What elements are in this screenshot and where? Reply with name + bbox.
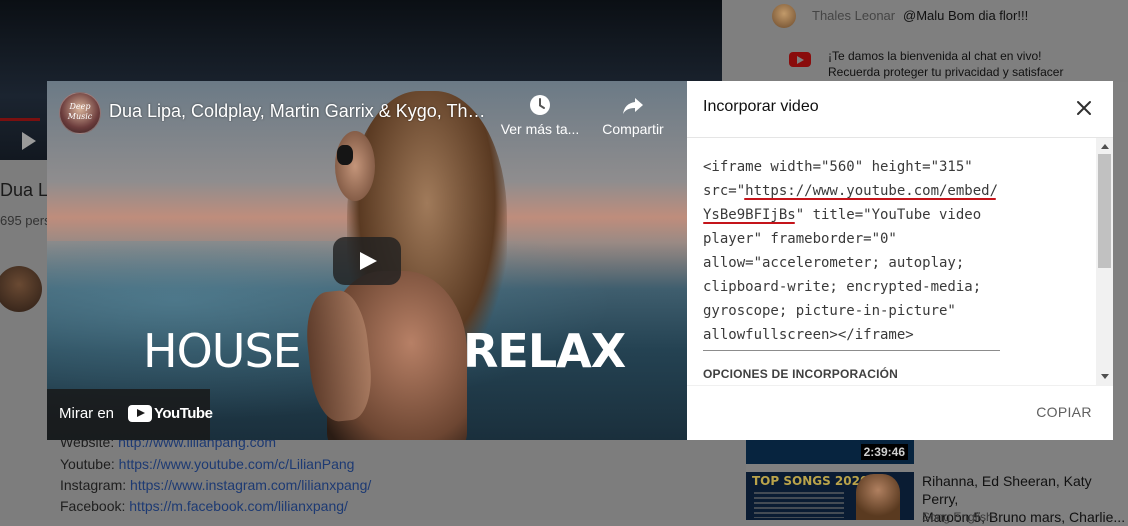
overlay-text-house: HOUSE — [143, 324, 302, 378]
description-link[interactable]: https://www.youtube.com/c/LilianPang — [119, 456, 355, 472]
code-line: allowfullscreen></iframe> — [703, 327, 914, 343]
scrollbar[interactable] — [1096, 138, 1113, 385]
divider — [687, 137, 1113, 138]
recommendation-thumbnail[interactable]: 2:39:46 — [746, 440, 914, 464]
embed-code-textarea[interactable]: <iframe width="560" height="315" src="htt… — [703, 155, 1003, 347]
watch-later-label: Ver más ta... — [500, 121, 580, 137]
annotation-underline — [744, 198, 996, 200]
youtube-icon — [789, 52, 811, 67]
close-icon[interactable] — [1075, 99, 1093, 117]
chat-author: Thales Leonar — [812, 8, 896, 23]
embed-options-heading: OPCIONES DE INCORPORACIÓN — [703, 367, 899, 381]
embed-panel: Incorporar video <iframe width="560" hei… — [687, 81, 1113, 440]
code-line: gyroscope; picture-in-picture" — [703, 303, 956, 319]
youtube-logo-icon — [128, 405, 152, 422]
chat-welcome: ¡Te damos la bienvenida al chat en vivo!… — [828, 48, 1063, 80]
description-instagram: Instagram: https://www.instagram.com/lil… — [60, 477, 371, 493]
video-player-preview[interactable]: Deep Music Dua Lipa, Coldplay, Martin Ga… — [47, 81, 687, 440]
chat-welcome-line: Recuerda proteger tu privacidad y satisf… — [828, 65, 1064, 79]
scroll-up-icon[interactable] — [1101, 144, 1109, 149]
description-facebook: Facebook: https://m.facebook.com/lilianx… — [60, 498, 348, 514]
thumbnail-portrait — [856, 474, 900, 520]
share-label: Compartir — [602, 121, 664, 137]
code-line: <iframe width="560" height="315" — [703, 159, 973, 175]
recommendation-title-line: Rihanna, Ed Sheeran, Katy Perry, — [922, 473, 1092, 507]
description-label: Instagram: — [60, 477, 131, 493]
copy-button[interactable]: COPIAR — [1027, 399, 1101, 425]
description-link[interactable]: https://m.facebook.com/lilianxpang/ — [129, 498, 348, 514]
play-button[interactable] — [333, 237, 401, 285]
scrollbar-thumb[interactable] — [1098, 154, 1111, 268]
thumbnail-title: TOP SONGS 2020 — [752, 474, 869, 488]
watch-later-button[interactable]: Ver más ta... — [495, 93, 585, 137]
background-video-title: Dua Li — [0, 180, 53, 200]
overlay-text-relax: RELAX — [463, 324, 626, 378]
share-button[interactable]: Compartir — [588, 93, 678, 137]
clock-icon — [530, 95, 550, 115]
description-link[interactable]: https://www.instagram.com/lilianxpang/ — [130, 477, 371, 493]
recommendation-thumbnail[interactable]: TOP SONGS 2020 — [746, 472, 914, 520]
background-view-count: 695 pers — [0, 213, 51, 228]
duration-badge: 2:39:46 — [860, 444, 908, 460]
embed-panel-title: Incorporar video — [703, 98, 819, 115]
live-chat: Thales Leonar @Malu Bom dia flor!!! ¡Te … — [746, 0, 1128, 82]
watch-on-label: Mirar en — [59, 405, 115, 422]
description-label: Facebook: — [60, 498, 130, 514]
channel-logo[interactable]: Deep Music — [59, 92, 101, 134]
scene-sunglasses — [337, 145, 353, 165]
scene-face — [335, 131, 375, 201]
scroll-down-icon[interactable] — [1101, 374, 1109, 379]
chat-avatar — [772, 4, 796, 28]
textarea-underline — [703, 350, 1000, 351]
annotation-underline — [703, 222, 795, 224]
code-line: allow="accelerometer; autoplay; — [703, 255, 965, 271]
thumbnail-tracklist — [754, 492, 844, 518]
chat-welcome-line: ¡Te damos la bienvenida al chat en vivo! — [828, 49, 1042, 63]
background-progress-bar — [0, 118, 40, 121]
channel-logo-text: Deep Music — [67, 102, 93, 121]
share-arrow-icon — [623, 98, 643, 114]
description-youtube: Youtube: https://www.youtube.com/c/Lilia… — [60, 456, 354, 472]
code-line: player" frameborder="0" — [703, 231, 897, 247]
embed-code-area: <iframe width="560" height="315" src="htt… — [703, 151, 1083, 385]
player-video-title[interactable]: Dua Lipa, Coldplay, Martin Garrix & Kygo… — [109, 101, 489, 122]
code-line: clipboard-write; encrypted-media; — [703, 279, 982, 295]
youtube-wordmark: YouTube — [154, 405, 213, 422]
watch-on-youtube-button[interactable]: Mirar en YouTube — [47, 389, 213, 440]
recommendation-channel[interactable]: Song English — [922, 510, 993, 524]
divider — [687, 385, 1113, 386]
description-label: Youtube: — [60, 456, 119, 472]
embed-dialog: Deep Music Dua Lipa, Coldplay, Martin Ga… — [47, 81, 1113, 440]
chat-message: @Malu Bom dia flor!!! — [903, 8, 1029, 23]
background-play-icon — [22, 132, 36, 150]
